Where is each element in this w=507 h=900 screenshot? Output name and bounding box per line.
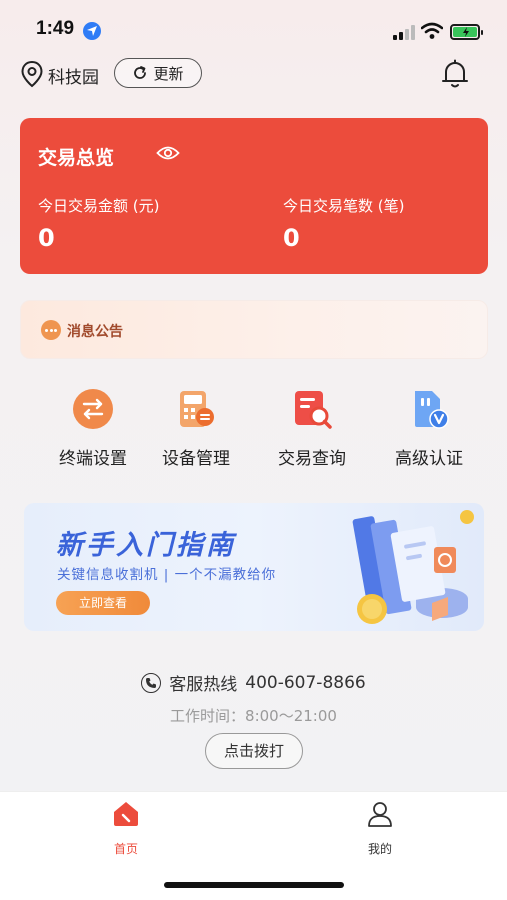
menu-item-transaction-query[interactable]: 交易查询	[257, 386, 367, 469]
menu-label: 高级认证	[395, 449, 463, 469]
status-time: 1:49	[36, 18, 75, 39]
top-bar: 科技园 更新	[0, 52, 507, 96]
refresh-label: 更新	[153, 64, 184, 83]
transaction-overview-card: 交易总览 今日交易金额 (元) 今日交易笔数 (笔) 0 0	[20, 118, 488, 274]
tab-mine-label: 我的	[367, 842, 392, 856]
tab-home-label: 首页	[113, 842, 138, 856]
home-icon	[114, 802, 138, 826]
menu-label: 设备管理	[162, 449, 230, 469]
wifi-icon	[421, 22, 443, 39]
refresh-icon	[134, 66, 147, 79]
device-management-icon	[175, 388, 217, 430]
location-pin-icon[interactable]	[20, 60, 44, 88]
eye-icon[interactable]	[156, 144, 180, 162]
menu-item-advanced-certification[interactable]: 高级认证	[374, 386, 484, 469]
tab-mine[interactable]: 我的	[340, 800, 420, 857]
today-count-label: 今日交易笔数 (笔)	[283, 197, 405, 215]
user-profile-icon	[368, 802, 392, 827]
message-bubble-icon	[41, 320, 61, 340]
today-amount-label: 今日交易金额 (元)	[38, 197, 160, 215]
menu-label: 交易查询	[278, 449, 346, 469]
battery-icon	[450, 24, 483, 40]
books-illustration-icon	[352, 510, 474, 624]
refresh-button[interactable]: 更新	[114, 58, 202, 88]
bottom-tab-bar: 首页 我的	[0, 791, 507, 900]
customer-service-hotline: 客服热线 400-607-8866	[0, 670, 507, 695]
current-location[interactable]: 科技园	[48, 63, 99, 88]
cellular-signal-icon	[393, 25, 415, 40]
announcement-label: 消息公告	[67, 324, 123, 340]
transaction-query-icon	[291, 388, 333, 430]
status-bar: 1:49	[0, 0, 507, 52]
menu-item-terminal-settings[interactable]: 终端设置	[38, 386, 148, 469]
advanced-certification-icon	[408, 388, 450, 430]
notification-bell-icon[interactable]	[440, 58, 470, 90]
quick-menu: 终端设置 设备管理 交易查询 高级认证	[0, 386, 507, 469]
view-now-button[interactable]: 立即查看	[56, 591, 150, 615]
banner-subtitle: 关键信息收割机 | 一个不漏教给你	[57, 567, 277, 583]
home-indicator	[164, 882, 344, 888]
today-amount-value: 0	[38, 224, 55, 252]
location-services-icon	[83, 22, 101, 40]
working-hours: 工作时间：8:00～21:00	[170, 707, 337, 725]
hotline-number: 400-607-8866	[245, 672, 366, 693]
beginner-guide-banner[interactable]: 新手入门指南 关键信息收割机 | 一个不漏教给你 立即查看	[24, 503, 484, 631]
menu-item-device-management[interactable]: 设备管理	[141, 386, 251, 469]
terminal-settings-icon	[72, 388, 114, 430]
hotline-label: 客服热线	[169, 675, 238, 695]
menu-label: 终端设置	[59, 449, 127, 469]
call-button[interactable]: 点击拨打	[205, 733, 303, 769]
overview-title: 交易总览	[38, 147, 115, 169]
announcement-bar[interactable]: 消息公告	[20, 300, 488, 359]
tab-home[interactable]: 首页	[86, 800, 166, 857]
today-count-value: 0	[283, 224, 300, 252]
phone-icon	[141, 672, 162, 693]
banner-title: 新手入门指南	[56, 530, 236, 561]
